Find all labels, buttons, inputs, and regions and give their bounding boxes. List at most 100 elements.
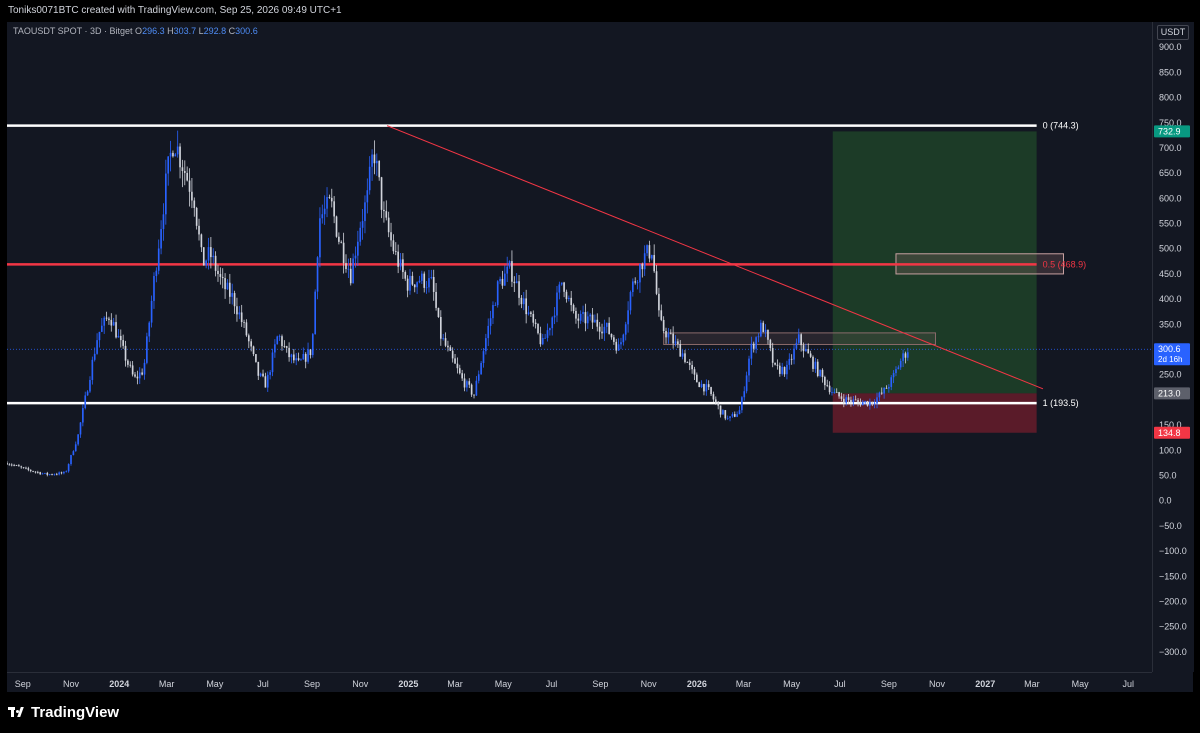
stop-price-tag-label: 134.8: [1158, 428, 1181, 438]
candle-body: [229, 282, 231, 297]
candle-body: [117, 335, 120, 338]
candle-body: [326, 197, 328, 209]
candle-body: [546, 330, 549, 338]
candle-body: [563, 282, 565, 292]
candle-body: [247, 335, 250, 342]
chart-pane[interactable]: 0 (744.3) 0.5 (468.9) 1 (193.5) TAOUSDT SP…: [7, 22, 1152, 672]
candle-body: [72, 451, 75, 456]
time-tick-label: Mar: [159, 679, 175, 689]
candle-body: [733, 414, 736, 417]
candle-body: [89, 379, 91, 392]
candle-body: [342, 242, 345, 264]
candle-body: [636, 282, 639, 284]
candle-body: [710, 387, 712, 395]
candle-body: [838, 392, 840, 397]
candle-body: [338, 236, 340, 242]
candle-body: [624, 324, 627, 335]
candle-body: [240, 312, 243, 323]
candle-body: [575, 310, 577, 319]
candle-body: [32, 470, 34, 472]
candle-body: [447, 345, 449, 348]
legend-ohlc-key: O: [135, 26, 143, 36]
candle-body: [520, 297, 523, 305]
candle-body: [186, 172, 188, 181]
chart-svg[interactable]: 0 (744.3) 0.5 (468.9) 1 (193.5): [7, 22, 1152, 672]
candle-body: [7, 462, 8, 465]
legend-ohlc-value: 292.8: [203, 26, 227, 36]
candle-body: [205, 260, 207, 266]
candle-body: [871, 401, 874, 405]
candle-body: [238, 312, 241, 315]
tradingview-logo[interactable]: TradingView: [8, 704, 119, 721]
time-axis-svg: Sep Nov 2024 Mar May Jul Sep Nov 2025 Mar May Jul Se…: [15, 679, 1134, 689]
candle-body: [610, 333, 613, 338]
candle-body: [387, 217, 390, 233]
price-axis[interactable]: 900.0 850.0 800.0 750.0 700.0 650.0 600.0 550.0…: [1152, 22, 1194, 672]
candle-body: [475, 380, 478, 396]
candle-body: [257, 361, 260, 376]
candle-body: [859, 401, 862, 406]
price-tick-label: −200.0: [1159, 596, 1187, 606]
candle-body: [314, 291, 317, 335]
time-axis[interactable]: Sep Nov 2024 Mar May Jul Sep Nov 2025 Mar May Jul Se…: [7, 672, 1152, 693]
candle-body: [764, 329, 767, 332]
candle-body: [487, 325, 490, 339]
candle-body: [776, 364, 779, 366]
candle-body: [181, 167, 184, 172]
candle-body: [669, 333, 672, 335]
candle-body: [295, 358, 298, 361]
candle-body: [691, 364, 693, 370]
candle-body: [786, 364, 788, 375]
candle-body: [357, 241, 359, 256]
candle-body: [842, 398, 845, 403]
candle-body: [603, 326, 606, 334]
candle-body: [255, 354, 257, 362]
time-tick-label: Jul: [257, 679, 269, 689]
candle-body: [399, 259, 402, 267]
candle-body: [660, 310, 663, 320]
candle-body: [63, 471, 65, 474]
candle-body: [743, 391, 746, 398]
candle-body: [179, 146, 181, 168]
candle-body: [221, 276, 224, 279]
candle-body: [456, 363, 459, 369]
candle-body: [328, 197, 331, 198]
candle-body: [722, 410, 724, 415]
candle-body: [513, 281, 516, 284]
candle-body: [767, 329, 769, 340]
candle-body: [458, 368, 461, 374]
candle-body: [418, 280, 421, 283]
candle-body: [755, 337, 757, 349]
price-tick-label: 900.0: [1159, 42, 1182, 52]
candle-body: [112, 322, 115, 326]
candle-body: [726, 417, 729, 419]
legend-symbol: TAOUSDT SPOT · 3D · Bitget: [13, 26, 133, 36]
candle-body: [579, 313, 582, 321]
candle-body: [425, 287, 428, 289]
candle-body: [869, 401, 871, 406]
candle-body: [696, 374, 698, 383]
candle-body: [549, 328, 551, 331]
candle-body: [686, 362, 689, 363]
candle-body: [67, 464, 70, 472]
candle-body: [639, 263, 641, 283]
candle-body: [802, 345, 805, 352]
candle-body: [724, 410, 727, 419]
currency-unit-button[interactable]: USDT: [1157, 25, 1189, 40]
candle-body: [655, 271, 658, 294]
candle-body: [98, 331, 101, 341]
candle-body: [627, 310, 629, 325]
candle-body: [55, 474, 58, 476]
candle-body: [200, 234, 203, 248]
candle-body: [442, 338, 445, 339]
candle-body: [364, 202, 366, 222]
candle-body: [79, 422, 82, 435]
price-tick-label: 700.0: [1159, 143, 1182, 153]
candle-body: [198, 225, 200, 235]
candle-body: [309, 349, 312, 356]
candle-body: [217, 270, 219, 275]
price-tick-label: −300.0: [1159, 647, 1187, 657]
candle-body: [347, 268, 350, 270]
candle-body: [15, 465, 18, 467]
candle-body: [423, 273, 426, 288]
